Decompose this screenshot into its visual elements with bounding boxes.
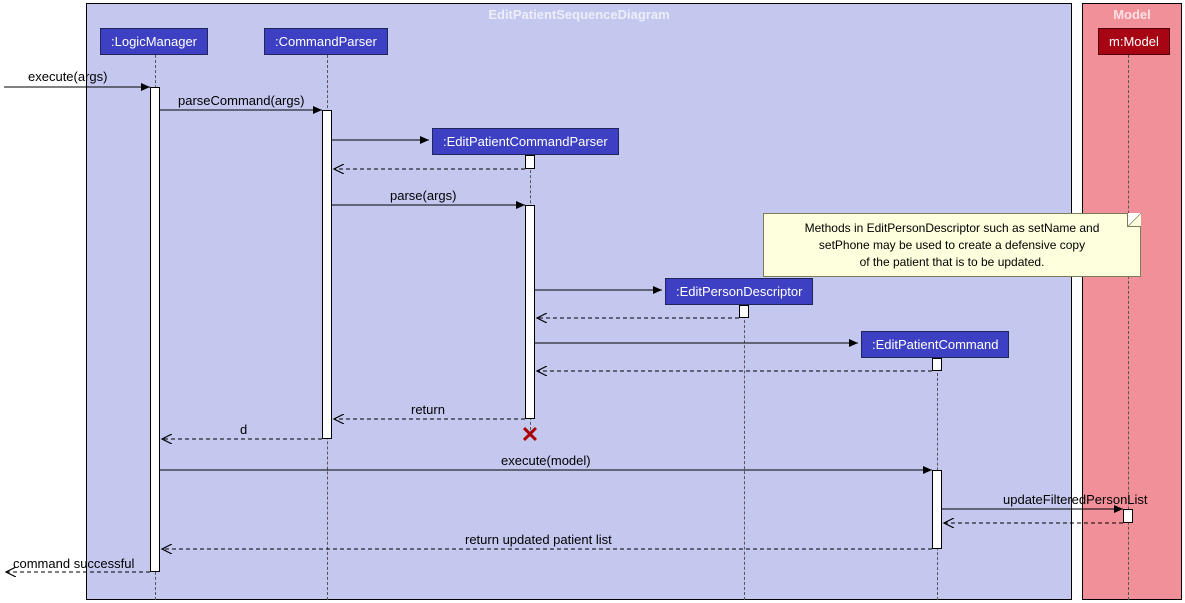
msg-returnupdated: return updated patient list — [465, 532, 612, 547]
activation-epc-exec — [932, 470, 942, 549]
note-line3: of the patient that is to be updated. — [860, 255, 1045, 269]
group-logic-title: EditPatientSequenceDiagram — [87, 7, 1071, 22]
participant-editpersondescriptor: :EditPersonDescriptor — [665, 278, 813, 305]
msg-updatelist: updateFilteredPersonList — [1003, 492, 1148, 507]
participant-model: m:Model — [1098, 28, 1170, 55]
destroy-icon: ✕ — [520, 425, 540, 445]
participant-commandparser: :CommandParser — [264, 28, 388, 55]
group-model-title: Model — [1083, 7, 1181, 22]
msg-execute-args: execute(args) — [28, 69, 107, 84]
activation-epcp-parse — [525, 205, 535, 419]
participant-editpatientcommand: :EditPatientCommand — [861, 331, 1009, 358]
msg-commandsuccess: command successful — [13, 556, 134, 571]
note-line2: setPhone may be used to create a defensi… — [819, 238, 1085, 252]
activation-epd — [739, 305, 749, 318]
activation-model — [1123, 509, 1133, 523]
activation-epc-create — [932, 358, 942, 371]
lifeline-editpersondescriptor — [744, 305, 745, 600]
activation-commandparser — [322, 110, 332, 439]
msg-d: d — [240, 422, 247, 437]
participant-logicmanager: :LogicManager — [100, 28, 208, 55]
msg-parsecommand: parseCommand(args) — [178, 93, 304, 108]
msg-parse: parse(args) — [390, 188, 456, 203]
sequence-diagram: EditPatientSequenceDiagram Model :LogicM… — [0, 0, 1185, 603]
activation-logicmanager — [150, 87, 160, 572]
participant-editpatientcommandparser: :EditPatientCommandParser — [432, 128, 619, 155]
note-line1: Methods in EditPersonDescriptor such as … — [805, 221, 1100, 235]
note-descriptor: Methods in EditPersonDescriptor such as … — [763, 213, 1141, 277]
activation-epcp-create — [525, 155, 535, 169]
msg-executemodel: execute(model) — [501, 453, 591, 468]
msg-return: return — [411, 402, 445, 417]
